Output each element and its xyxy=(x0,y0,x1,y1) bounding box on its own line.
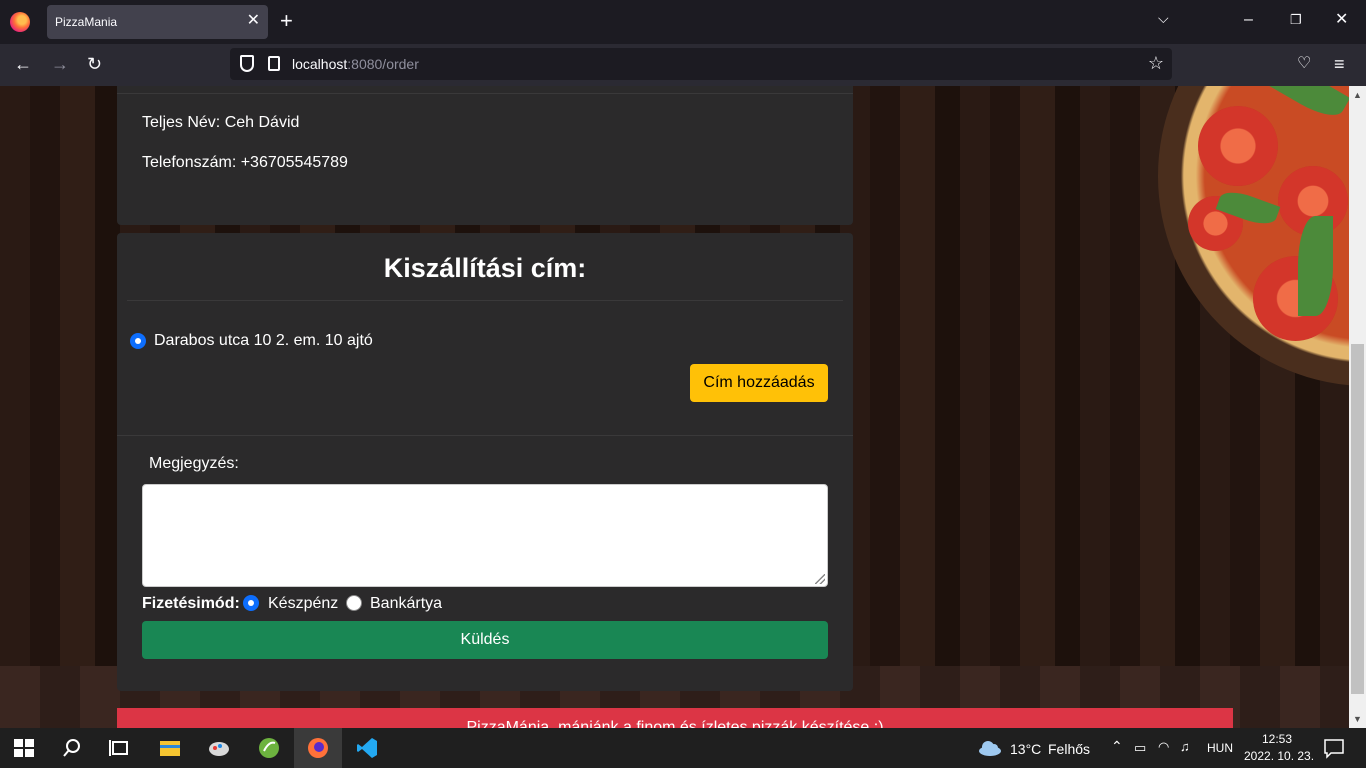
language-indicator[interactable]: HUN xyxy=(1207,741,1233,755)
delivery-card: Kiszállítási cím: Darabos utca 10 2. em.… xyxy=(117,233,853,691)
close-tab-icon[interactable]: ✕ xyxy=(247,12,260,30)
resize-handle-icon[interactable] xyxy=(815,574,825,584)
restore-icon[interactable]: ❐ xyxy=(1290,10,1302,30)
delivery-title: Kiszállítási cím: xyxy=(383,253,587,283)
payment-label: Fizetésimód: xyxy=(142,595,240,612)
browser-nav-bar: ← → ↻ localhost:8080/order ☆ ♡ ≡ xyxy=(0,44,1366,86)
minimize-icon[interactable]: – xyxy=(1244,10,1253,30)
phone-text: Telefonszám: +36705545789 xyxy=(142,154,348,171)
notification-icon[interactable] xyxy=(1322,736,1346,760)
scroll-up-icon[interactable]: ▲ xyxy=(1353,90,1362,100)
clock-date[interactable]: 2022. 10. 23. xyxy=(1244,749,1314,763)
spring-tool-icon[interactable] xyxy=(257,736,281,760)
file-explorer-icon[interactable] xyxy=(158,736,182,760)
card-radio[interactable] xyxy=(346,595,362,611)
clock-time[interactable]: 12:53 xyxy=(1262,732,1292,746)
new-tab-button[interactable]: + xyxy=(280,9,293,33)
windows-start-icon[interactable] xyxy=(12,736,36,760)
url-bar[interactable]: localhost:8080/order ☆ xyxy=(230,48,1172,80)
search-icon[interactable] xyxy=(60,736,84,760)
menu-icon[interactable]: ≡ xyxy=(1334,53,1345,75)
page-viewport: Teljes Név: Ceh Dávid Telefonszám: +3670… xyxy=(0,86,1349,728)
weather-text[interactable]: Felhős xyxy=(1048,741,1090,757)
submit-button[interactable]: Küldés xyxy=(142,621,828,659)
cash-label: Készpénz xyxy=(268,595,339,612)
footer-banner: PizzaMánia, mániánk a finom és ízletes p… xyxy=(117,708,1233,728)
back-arrow-icon[interactable]: ← xyxy=(14,53,32,75)
browser-tab-bar: PizzaMania ✕ + ⌵ – ❐ ✕ xyxy=(0,0,1366,44)
pizza-image xyxy=(1158,86,1349,386)
chevron-down-icon[interactable]: ⌵ xyxy=(1158,10,1169,27)
add-address-button[interactable]: Cím hozzáadás xyxy=(690,364,828,402)
wifi-icon[interactable]: ◠ xyxy=(1158,739,1169,755)
pocket-icon[interactable]: ♡ xyxy=(1297,53,1311,75)
bookmark-star-icon[interactable]: ☆ xyxy=(1148,53,1164,74)
windows-taskbar: 13°C Felhős ⌃ ▭ ◠ ♫ HUN 12:53 2022. 10. … xyxy=(0,728,1366,768)
cash-radio[interactable] xyxy=(243,595,259,611)
firefox-taskbar-icon[interactable] xyxy=(306,736,330,760)
tab-title: PizzaMania xyxy=(55,15,118,29)
firefox-icon[interactable] xyxy=(10,12,30,32)
payment-method-row: Fizetésimód: Készpénz Bankártya xyxy=(142,594,542,614)
page-icon[interactable] xyxy=(268,56,280,71)
tab-pizzamania[interactable]: PizzaMania ✕ xyxy=(47,5,268,39)
full-name-text: Teljes Név: Ceh Dávid xyxy=(142,114,300,131)
address-label: Darabos utca 10 2. em. 10 ajtó xyxy=(154,332,373,349)
volume-icon[interactable]: ♫ xyxy=(1180,739,1190,754)
note-textarea[interactable] xyxy=(142,484,828,587)
weather-temp[interactable]: 13°C xyxy=(1010,741,1041,757)
card-label: Bankártya xyxy=(370,595,443,612)
paint-icon[interactable] xyxy=(207,736,231,760)
vscode-icon[interactable] xyxy=(355,736,379,760)
reload-icon[interactable]: ↻ xyxy=(87,53,102,75)
forward-arrow-icon[interactable]: → xyxy=(51,53,69,75)
contact-card: Teljes Név: Ceh Dávid Telefonszám: +3670… xyxy=(117,86,853,225)
address-radio[interactable] xyxy=(130,333,146,349)
cloud-icon[interactable] xyxy=(977,736,1003,760)
note-label: Megjegyzés: xyxy=(149,455,239,472)
task-view-icon[interactable] xyxy=(108,736,132,760)
shield-icon[interactable] xyxy=(240,55,254,72)
battery-icon[interactable]: ▭ xyxy=(1134,740,1146,756)
page-scrollbar[interactable]: ▲ ▼ xyxy=(1349,86,1366,728)
url-text[interactable]: localhost:8080/order xyxy=(292,56,419,72)
close-window-icon[interactable]: ✕ xyxy=(1335,10,1348,30)
scroll-thumb[interactable] xyxy=(1351,344,1364,694)
tray-chevron-up-icon[interactable]: ⌃ xyxy=(1111,738,1123,755)
scroll-down-icon[interactable]: ▼ xyxy=(1353,714,1362,724)
